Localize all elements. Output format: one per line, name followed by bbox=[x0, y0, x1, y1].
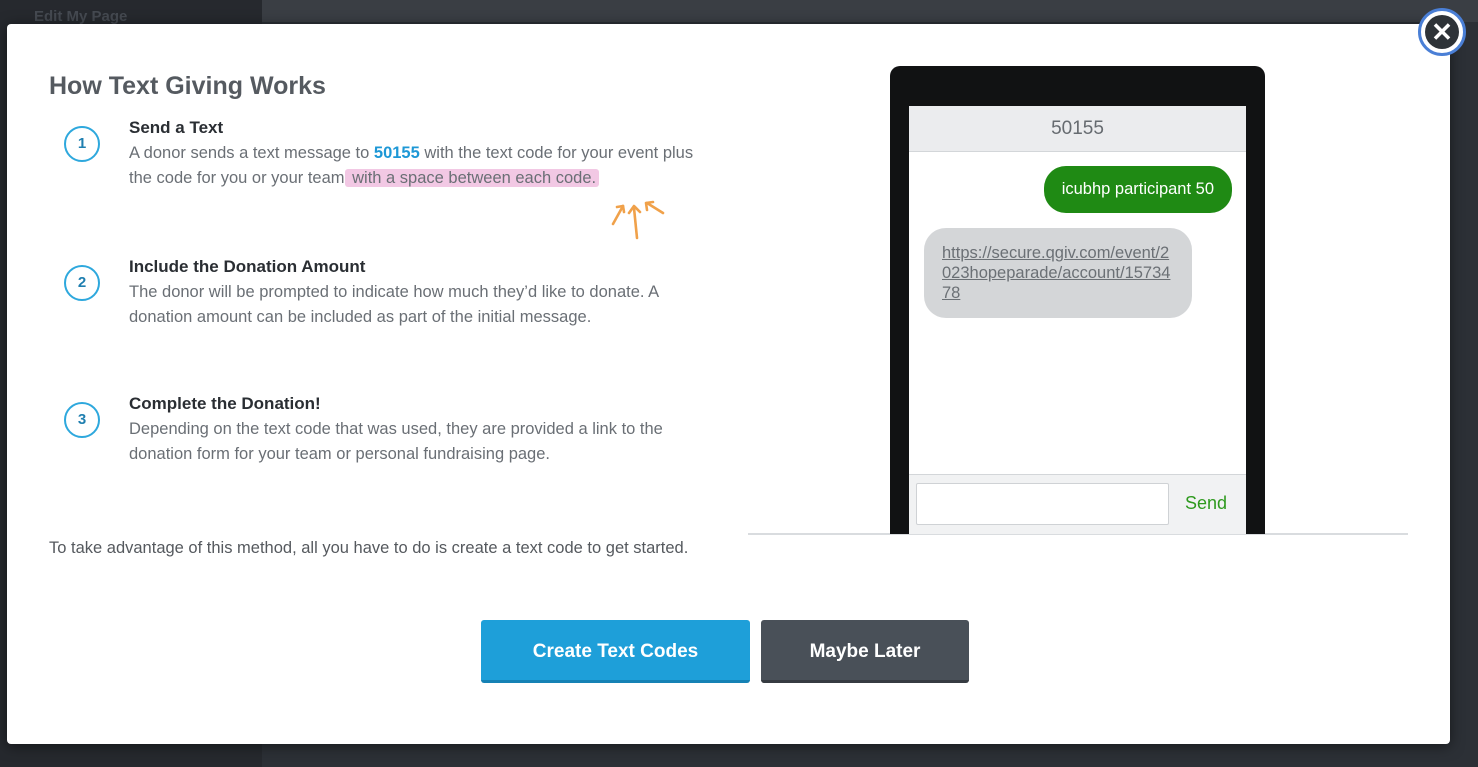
footnote-text: To take advantage of this method, all yo… bbox=[49, 539, 689, 557]
phone-screen: 50155 icubhp participant 50 https://secu… bbox=[909, 106, 1246, 534]
close-icon: ✕ bbox=[1425, 15, 1459, 49]
sent-message-bubble: icubhp participant 50 bbox=[1043, 166, 1232, 213]
step-description: Depending on the text code that was used… bbox=[129, 420, 663, 463]
maybe-later-button[interactable]: Maybe Later bbox=[761, 620, 969, 683]
close-button[interactable]: ✕ bbox=[1418, 8, 1466, 56]
phone-input-bar: Send bbox=[909, 474, 1246, 534]
annotation-arrows-icon bbox=[611, 200, 665, 240]
text-giving-modal: How Text Giving Works 1 Send a Text A do… bbox=[7, 24, 1450, 744]
phone-send-label: Send bbox=[1185, 493, 1228, 513]
step-title: Include the Donation Amount bbox=[129, 257, 366, 276]
modal-title: How Text Giving Works bbox=[49, 72, 326, 100]
phone-message-input bbox=[916, 483, 1169, 525]
phone-header: 50155 bbox=[909, 106, 1246, 152]
step-title: Complete the Donation! bbox=[129, 394, 321, 413]
step-title: Send a Text bbox=[129, 118, 224, 137]
received-message-bubble: https://secure.qgiv.com/event/2023hopepa… bbox=[924, 228, 1192, 318]
backdrop-label: Edit My Page bbox=[34, 8, 128, 25]
step-description: The donor will be prompted to indicate h… bbox=[129, 283, 659, 326]
donation-link: https://secure.qgiv.com/event/2023hopepa… bbox=[942, 244, 1171, 302]
step-number-2: 2 bbox=[64, 265, 100, 301]
step-number-1: 1 bbox=[64, 126, 100, 162]
step-desc-text: A donor sends a text message to bbox=[129, 144, 374, 162]
step-number-3: 3 bbox=[64, 402, 100, 438]
backdrop-header bbox=[262, 0, 1478, 22]
highlighted-text: with a space between each code. bbox=[344, 169, 600, 187]
short-code: 50155 bbox=[373, 144, 420, 162]
phone-illustration: 50155 icubhp participant 50 https://secu… bbox=[890, 66, 1265, 534]
create-text-codes-button[interactable]: Create Text Codes bbox=[481, 620, 750, 683]
step-description: A donor sends a text message to 50155 wi… bbox=[129, 141, 699, 191]
